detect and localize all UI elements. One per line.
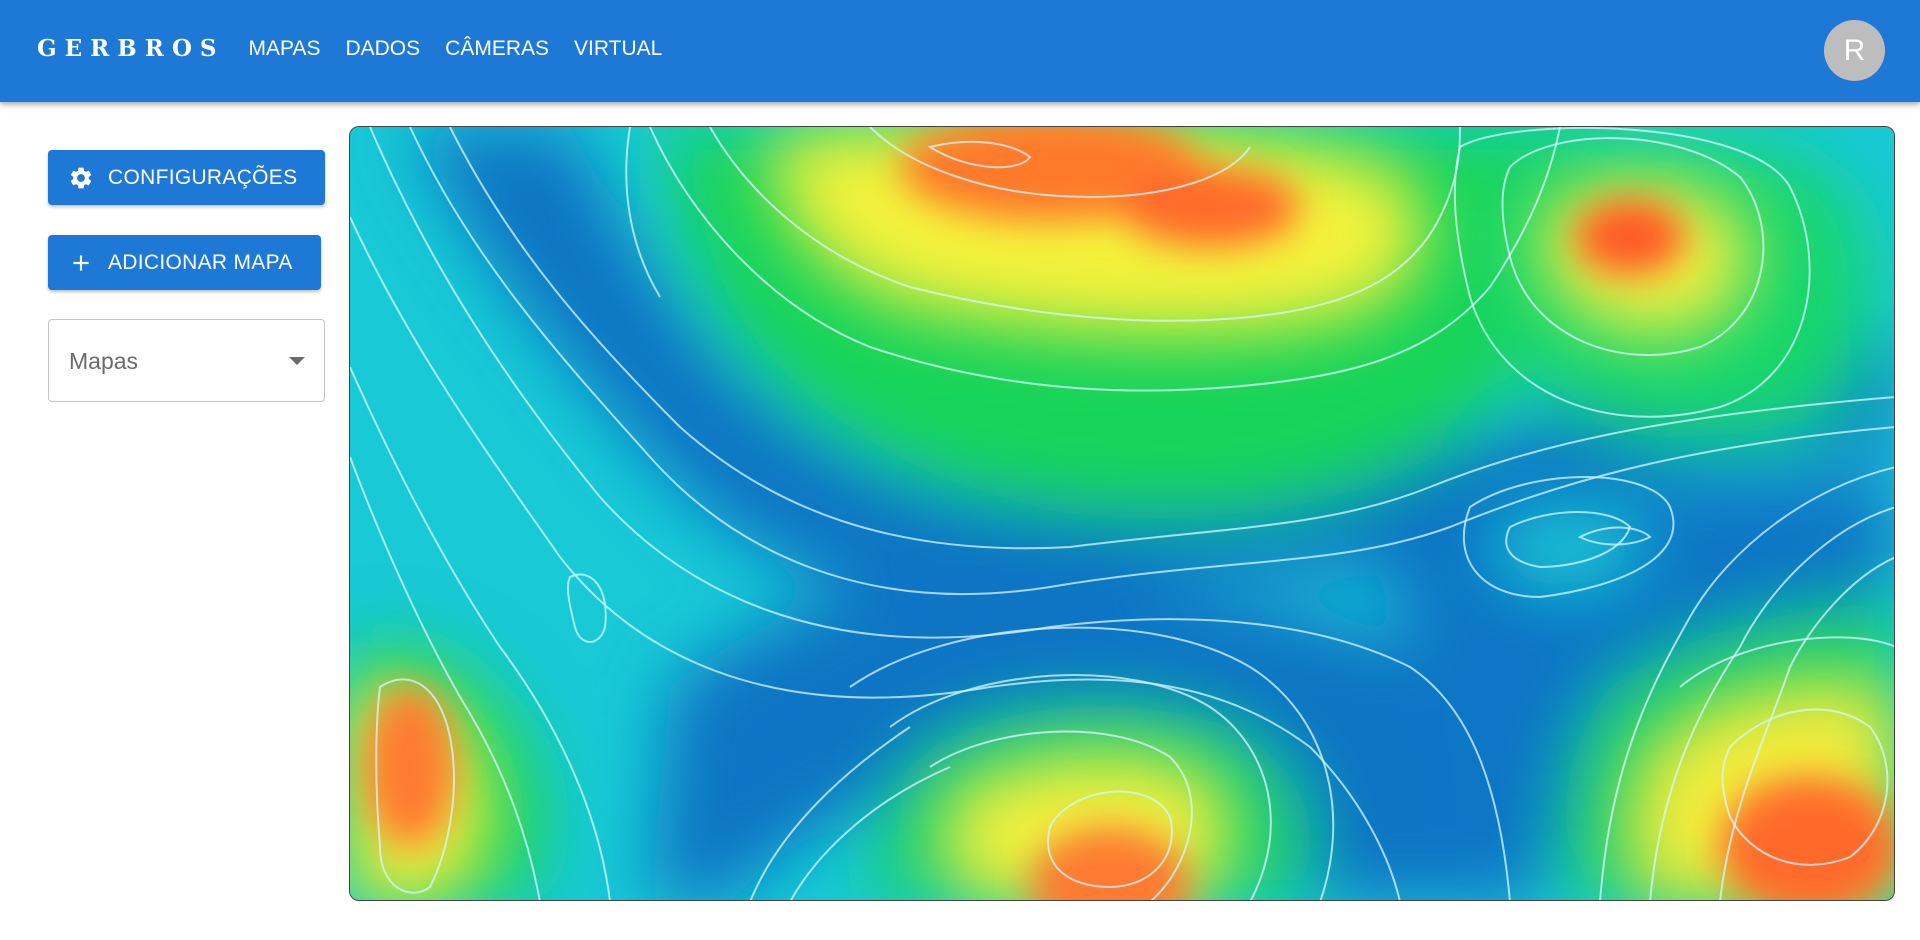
main-nav: MAPAS DADOS CÂMERAS VIRTUAL [236,36,675,62]
nav-mapas[interactable]: MAPAS [236,36,333,62]
map-view[interactable] [349,126,1895,901]
adicionar-mapa-button[interactable]: ADICIONAR MAPA [48,235,321,290]
configuracoes-label: CONFIGURAÇÕES [108,165,298,189]
adicionar-mapa-label: ADICIONAR MAPA [108,250,293,274]
contour-heatmap-image [350,127,1894,900]
plus-icon [68,250,94,276]
chevron-down-icon [289,357,305,365]
configuracoes-button[interactable]: CONFIGURAÇÕES [48,150,325,205]
gear-icon [68,165,94,191]
brand-logo[interactable]: GERBROS [37,35,225,62]
nav-cameras[interactable]: CÂMERAS [433,36,562,62]
avatar[interactable]: R [1824,20,1885,81]
maps-select[interactable]: Mapas [48,319,325,402]
maps-select-value: Mapas [69,348,139,374]
nav-virtual[interactable]: VIRTUAL [562,36,675,62]
nav-dados[interactable]: DADOS [333,36,433,62]
app-bar: GERBROS MAPAS DADOS CÂMERAS VIRTUAL R [0,0,1920,102]
